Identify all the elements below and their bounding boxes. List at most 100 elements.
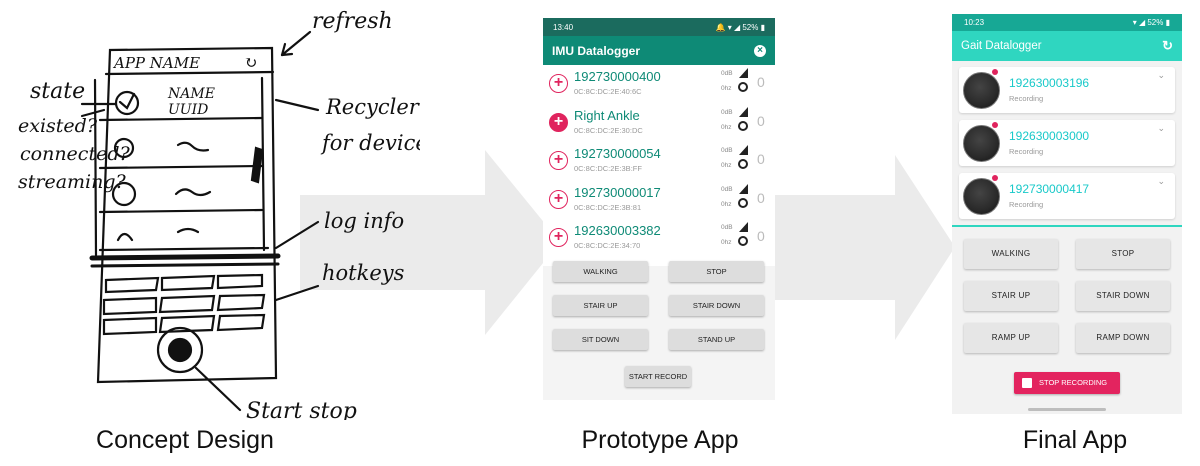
- proto-status-bar: 13:40 🔔 ▾ ◢ 52% ▮: [543, 18, 775, 36]
- flow-arrow-2: [775, 155, 955, 340]
- refresh-icon[interactable]: [738, 82, 748, 92]
- concept-sketch: APP NAME ↻ refresh state existed? connec…: [18, 9, 420, 420]
- stop-recording-label: STOP RECORDING: [1039, 378, 1108, 387]
- final-ramp-up-button[interactable]: RAMP UP: [964, 323, 1058, 353]
- close-icon[interactable]: ×: [754, 44, 766, 57]
- recording-dot: [992, 122, 998, 128]
- proto-clock: 13:40: [553, 22, 574, 32]
- sketch-state-existed: existed?: [18, 115, 98, 137]
- sketch-refresh-icon: ↻: [244, 53, 257, 72]
- proto-device-name: 192630003382: [574, 223, 661, 238]
- proto-device-name: 192730000054: [574, 146, 661, 161]
- prototype-phone: 13:40 🔔 ▾ ◢ 52% ▮ IMU Datalogger × + 192…: [543, 18, 775, 400]
- final-phone: 10:23 ▾ ◢ 52% ▮ Gait Datalogger ↻ 192630…: [952, 14, 1182, 414]
- proto-stair-down-button[interactable]: STAIR DOWN: [669, 295, 764, 316]
- proto-device-mac: 0C:8C:DC:2E:3B:81: [574, 202, 642, 212]
- refresh-icon[interactable]: [738, 120, 748, 131]
- proto-hz: 0hz: [721, 200, 732, 208]
- proto-hz: 0hz: [721, 162, 732, 169]
- signal-icon: [739, 106, 748, 117]
- sketch-hotkeys-note: hotkeys: [322, 261, 405, 285]
- add-device-icon[interactable]: +: [549, 151, 568, 170]
- proto-stop-button[interactable]: STOP: [669, 261, 764, 282]
- proto-device-list[interactable]: + 192730000400 0C:8C:DC:2E:40:6C 0dB 0hz…: [543, 65, 775, 266]
- divider: [952, 225, 1182, 227]
- sensor-icon: [963, 72, 1000, 109]
- proto-count: 0: [757, 189, 765, 206]
- sketch-device-uuid: UUID: [168, 102, 208, 118]
- final-device-status: Recording: [1009, 94, 1044, 103]
- final-stair-up-button[interactable]: STAIR UP: [964, 281, 1058, 311]
- recording-dot: [992, 69, 998, 75]
- proto-count: 0: [757, 151, 765, 167]
- stop-square-icon: [1022, 378, 1032, 388]
- sketch-device-name: NAME: [167, 86, 215, 102]
- home-indicator: [1028, 408, 1106, 411]
- proto-db: 0dB: [721, 108, 733, 116]
- add-device-icon[interactable]: +: [549, 112, 568, 132]
- proto-device-name: 192730000017: [574, 184, 661, 200]
- proto-db: 0dB: [721, 185, 733, 193]
- refresh-icon[interactable]: [738, 236, 748, 246]
- final-device-name: 192630003196: [1009, 76, 1090, 90]
- final-device-card[interactable]: 192630003000 Recording ⌄: [959, 120, 1175, 166]
- final-device-card[interactable]: 192630003196 Recording ⌄: [959, 67, 1175, 113]
- final-title: Gait Datalogger: [961, 40, 1042, 52]
- recording-dot: [992, 175, 998, 181]
- refresh-icon[interactable]: [738, 197, 748, 208]
- proto-device-row[interactable]: + 192730000400 0C:8C:DC:2E:40:6C 0dB 0hz…: [543, 65, 775, 104]
- proto-device-mac: 0C:8C:DC:2E:3B:FF: [574, 164, 642, 173]
- proto-device-row[interactable]: + 192730000017 0C:8C:DC:2E:3B:81 0dB 0hz…: [543, 181, 775, 220]
- final-stair-down-button[interactable]: STAIR DOWN: [1076, 281, 1170, 311]
- proto-walking-button[interactable]: WALKING: [553, 261, 648, 282]
- sketch-log-note: log info: [324, 209, 404, 233]
- caption-final: Final App: [1022, 426, 1128, 454]
- sensor-icon: [963, 178, 1000, 215]
- chevron-down-icon[interactable]: ⌄: [1157, 70, 1165, 81]
- signal-icon: [739, 145, 748, 155]
- proto-stair-up-button[interactable]: STAIR UP: [553, 295, 648, 316]
- proto-hz: 0hz: [721, 123, 732, 131]
- chevron-down-icon[interactable]: ⌄: [1157, 176, 1165, 187]
- signal-icon: [739, 183, 748, 194]
- sketch-app-name: APP NAME: [112, 54, 200, 72]
- final-device-card[interactable]: 192730000417 Recording ⌄: [959, 173, 1175, 219]
- caption-prototype: Prototype App: [581, 426, 739, 454]
- final-walking-button[interactable]: WALKING: [964, 239, 1058, 269]
- proto-sit-down-button[interactable]: SIT DOWN: [553, 329, 648, 350]
- final-device-status: Recording: [1009, 200, 1044, 209]
- proto-start-record-button[interactable]: START RECORD: [625, 366, 691, 387]
- proto-db: 0dB: [721, 70, 733, 77]
- final-device-name: 192630003000: [1009, 129, 1090, 143]
- proto-stand-up-button[interactable]: STAND UP: [669, 329, 764, 350]
- proto-device-row[interactable]: + Right Ankle 0C:8C:DC:2E:30:DC 0dB 0hz …: [543, 104, 775, 143]
- final-status-bar: 10:23 ▾ ◢ 52% ▮: [952, 14, 1182, 31]
- proto-device-name: Right Ankle: [574, 107, 640, 123]
- proto-device-mac: 0C:8C:DC:2E:40:6C: [574, 87, 642, 96]
- final-clock: 10:23: [964, 18, 985, 27]
- add-device-icon[interactable]: +: [549, 74, 568, 93]
- proto-db: 0dB: [721, 224, 733, 231]
- proto-device-mac: 0C:8C:DC:2E:34:70: [574, 241, 641, 250]
- final-app-bar: Gait Datalogger ↻: [952, 31, 1182, 61]
- signal-icon: [739, 68, 748, 78]
- sketch-state-streaming: streaming?: [18, 171, 127, 193]
- proto-device-name: 192730000400: [574, 69, 661, 84]
- final-ramp-down-button[interactable]: RAMP DOWN: [1076, 323, 1170, 353]
- proto-app-bar: IMU Datalogger ×: [543, 36, 775, 65]
- stop-recording-button[interactable]: STOP RECORDING: [1014, 372, 1120, 394]
- proto-device-row[interactable]: + 192730000054 0C:8C:DC:2E:3B:FF 0dB 0hz…: [543, 142, 775, 181]
- refresh-icon[interactable]: ↻: [1162, 38, 1173, 54]
- proto-device-row[interactable]: + 192630003382 0C:8C:DC:2E:34:70 0dB 0hz…: [543, 219, 775, 266]
- final-status-icons: ▾ ◢ 52% ▮: [1132, 18, 1170, 27]
- sketch-state-connected: connected?: [20, 143, 130, 165]
- chevron-down-icon[interactable]: ⌄: [1157, 123, 1165, 134]
- add-device-icon[interactable]: +: [549, 189, 568, 209]
- add-device-icon[interactable]: +: [549, 228, 568, 247]
- final-stop-button[interactable]: STOP: [1076, 239, 1170, 269]
- final-device-name: 192730000417: [1009, 182, 1090, 196]
- proto-db: 0dB: [721, 147, 733, 154]
- proto-hz: 0hz: [721, 85, 732, 92]
- proto-device-mac: 0C:8C:DC:2E:30:DC: [574, 125, 643, 135]
- refresh-icon[interactable]: [738, 159, 748, 169]
